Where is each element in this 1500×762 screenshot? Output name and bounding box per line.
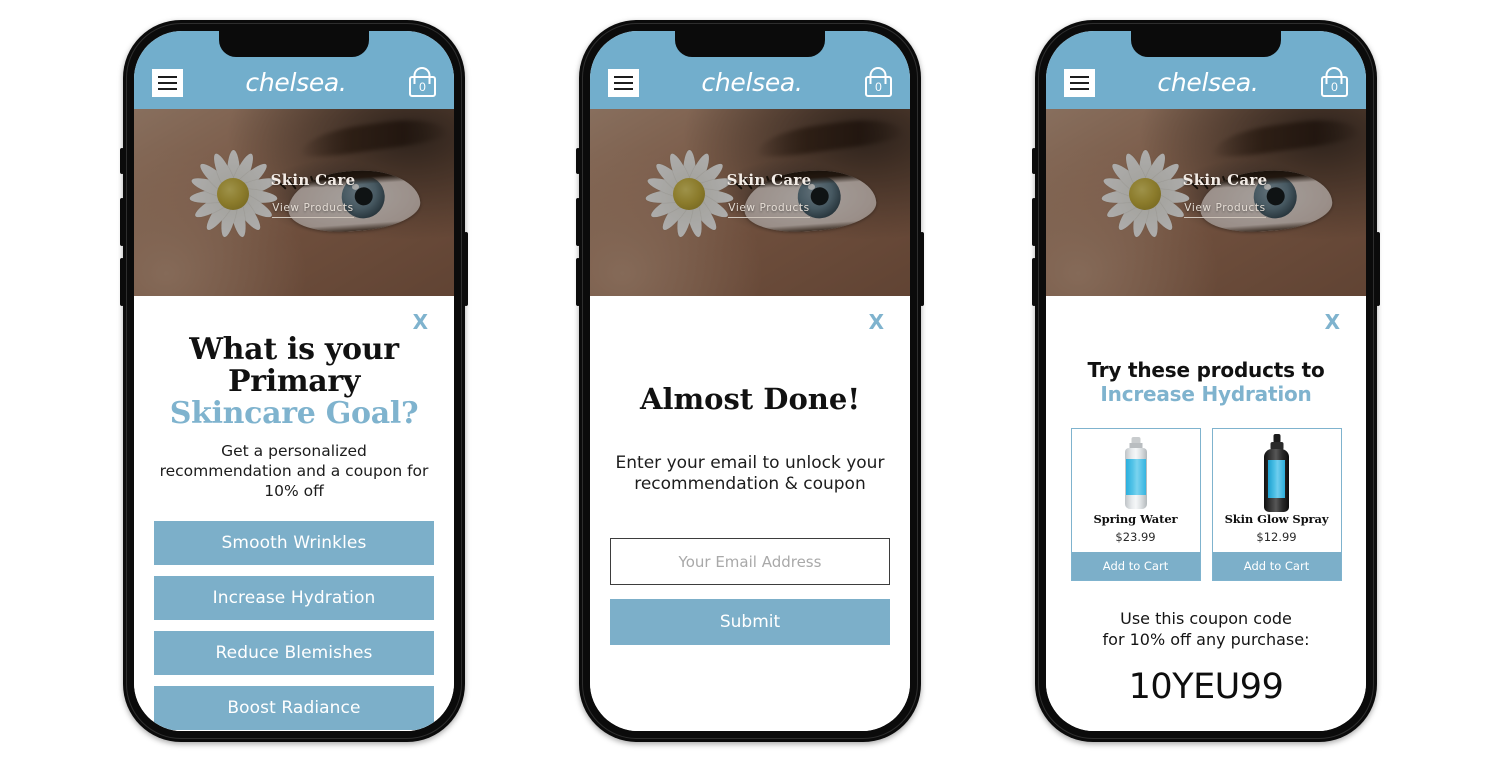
email-field[interactable] [610, 538, 890, 586]
submit-button[interactable]: Submit [610, 599, 890, 646]
brand-logo[interactable]: chelsea. [245, 70, 347, 97]
coupon-note-line1: Use this coupon code [1120, 608, 1292, 628]
close-icon[interactable]: X [1319, 310, 1346, 332]
hamburger-icon[interactable] [152, 69, 183, 97]
quiz-option-reduce-blemishes[interactable]: Reduce Blemishes [154, 630, 434, 675]
volume-up-button[interactable] [576, 198, 580, 246]
coupon-note: Use this coupon code for 10% off any pur… [1066, 609, 1346, 651]
volume-down-button[interactable] [576, 258, 580, 306]
volume-up-button[interactable] [1032, 198, 1036, 246]
quiz-title-line2: Primary [227, 363, 361, 399]
phone-notch [675, 31, 825, 57]
results-modal: X Try these products to Increase Hydrati… [1046, 296, 1366, 731]
product-image-spring-water [1072, 429, 1200, 512]
phone-mockup-2: chelsea. 0 Skin Care View Products X Alm… [576, 20, 924, 742]
product-name: Spring Water [1093, 511, 1178, 526]
results-title: Try these products to Increase Hydration [1066, 358, 1346, 407]
hero-copy: Skin Care View Products [1046, 171, 1366, 218]
hero-copy: Skin Care View Products [134, 171, 454, 218]
hero-copy: Skin Care View Products [590, 171, 910, 218]
spray-bottle-dark-icon [1264, 434, 1289, 513]
power-button[interactable] [1376, 232, 1380, 306]
close-icon[interactable]: X [407, 310, 434, 332]
hero-banner: Skin Care View Products [1046, 109, 1366, 296]
phone-screen-3: chelsea. 0 Skin Care View Products X Try… [1046, 31, 1366, 731]
phone-mockup-3: chelsea. 0 Skin Care View Products X Try… [1032, 20, 1380, 742]
brand-logo[interactable]: chelsea. [701, 70, 803, 97]
coupon-code[interactable]: 10YEU99 [1066, 667, 1346, 707]
hero-banner: Skin Care View Products [134, 109, 454, 296]
quiz-option-smooth-wrinkles[interactable]: Smooth Wrinkles [154, 520, 434, 565]
phone-screen-2: chelsea. 0 Skin Care View Products X Alm… [590, 31, 910, 731]
add-to-cart-button[interactable]: Add to Cart [1212, 551, 1341, 580]
power-button[interactable] [920, 232, 924, 306]
hamburger-icon[interactable] [1064, 69, 1095, 97]
volume-down-button[interactable] [1032, 258, 1036, 306]
hero-view-products-link[interactable]: View Products [1184, 202, 1266, 218]
power-button[interactable] [464, 232, 468, 306]
phone-mockup-1: chelsea. 0 Skin Care View Products X Wha… [120, 20, 468, 742]
add-to-cart-button[interactable]: Add to Cart [1071, 551, 1200, 580]
hero-title: Skin Care [726, 170, 812, 189]
coupon-note-line2: for 10% off any purchase: [1102, 629, 1310, 649]
product-price: $23.99 [1115, 529, 1156, 544]
phone-notch [219, 31, 369, 57]
cart-count: 0 [419, 79, 426, 94]
hero-banner: Skin Care View Products [590, 109, 910, 296]
cart-count: 0 [1331, 79, 1338, 94]
quiz-title-line3: Skincare Goal? [169, 395, 419, 431]
product-price: $12.99 [1256, 529, 1297, 544]
shopping-bag-icon[interactable]: 0 [1320, 67, 1348, 97]
hero-view-products-link[interactable]: View Products [272, 202, 354, 218]
product-image-skin-glow-spray [1213, 429, 1341, 513]
volume-up-button[interactable] [120, 198, 124, 246]
quiz-subtitle: Get a personalized recommendation and a … [159, 442, 429, 501]
hero-title: Skin Care [1182, 170, 1268, 189]
mute-switch[interactable] [120, 148, 124, 174]
spray-can-light-icon [1124, 437, 1147, 510]
email-modal-title: Almost Done! [639, 382, 861, 416]
shopping-bag-icon[interactable]: 0 [864, 67, 892, 97]
product-list: Spring Water $23.99 Add to Cart Skin Glo… [1066, 427, 1346, 581]
quiz-modal: X What is your Primary Skincare Goal? Ge… [134, 296, 454, 731]
mute-switch[interactable] [1032, 148, 1036, 174]
brand-logo[interactable]: chelsea. [1157, 70, 1259, 97]
email-modal-subtitle: Enter your email to unlock your recommen… [615, 452, 885, 495]
close-icon[interactable]: X [863, 310, 890, 332]
shopping-bag-icon[interactable]: 0 [408, 67, 436, 97]
results-title-line2: Increase Hydration [1100, 382, 1312, 407]
hero-title: Skin Care [270, 170, 356, 189]
hero-view-products-link[interactable]: View Products [728, 202, 810, 218]
cart-count: 0 [875, 79, 882, 94]
hamburger-icon[interactable] [608, 69, 639, 97]
email-capture-modal: X Almost Done! Enter your email to unloc… [590, 296, 910, 731]
volume-down-button[interactable] [120, 258, 124, 306]
product-card-skin-glow-spray[interactable]: Skin Glow Spray $12.99 Add to Cart [1211, 427, 1342, 581]
quiz-option-increase-hydration[interactable]: Increase Hydration [154, 575, 434, 620]
quiz-option-boost-radiance[interactable]: Boost Radiance [154, 685, 434, 730]
bag-body: 0 [1320, 76, 1348, 97]
quiz-title-line1: What is your [189, 332, 399, 367]
quiz-title: What is your Primary Skincare Goal? [154, 334, 434, 429]
mute-switch[interactable] [576, 148, 580, 174]
quiz-options-list: Smooth Wrinkles Increase Hydration Reduc… [154, 520, 434, 730]
bag-body: 0 [408, 76, 436, 97]
product-card-spring-water[interactable]: Spring Water $23.99 Add to Cart [1070, 427, 1201, 581]
bag-body: 0 [864, 76, 892, 97]
phone-mockup-stage: chelsea. 0 Skin Care View Products X Wha… [0, 0, 1500, 762]
phone-screen-1: chelsea. 0 Skin Care View Products X Wha… [134, 31, 454, 731]
product-name: Skin Glow Spray [1224, 511, 1329, 526]
phone-notch [1131, 31, 1281, 57]
results-title-line1: Try these products to [1087, 358, 1325, 382]
